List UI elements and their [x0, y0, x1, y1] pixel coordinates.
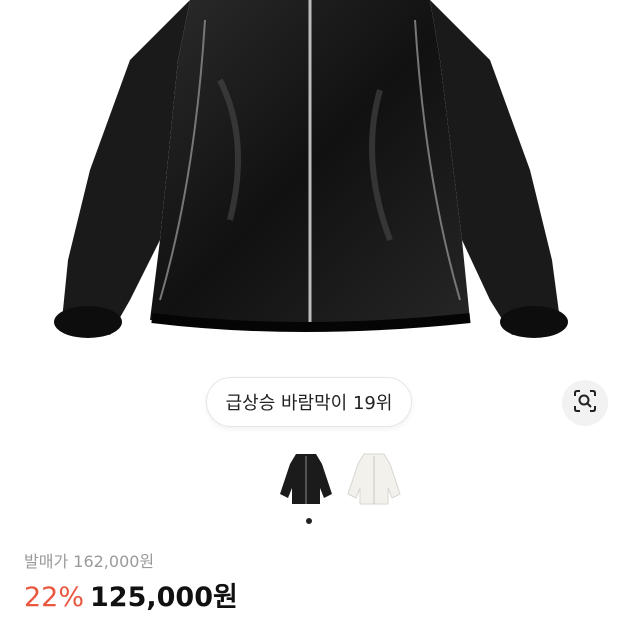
visual-search-icon [572, 388, 598, 418]
sale-price: 125,000원 [90, 582, 238, 613]
discount-rate: 22% [24, 582, 85, 613]
trending-rank-label: 급상승 바람막이 19위 [225, 393, 393, 414]
list-price: 발매가 162,000원 [24, 548, 154, 572]
sale-price-row: 22% 125,000원 [24, 575, 238, 614]
color-option-black[interactable] [276, 448, 336, 512]
color-option-white[interactable] [344, 448, 404, 512]
trending-rank-chip[interactable]: 급상승 바람막이 19위 [206, 377, 412, 427]
color-option-thumbnails [276, 448, 406, 512]
selected-option-indicator [306, 518, 312, 524]
product-image[interactable] [0, 0, 620, 360]
list-price-label: 발매가 [24, 552, 69, 571]
visual-search-button[interactable] [562, 380, 608, 426]
list-price-value: 162,000원 [73, 552, 155, 571]
